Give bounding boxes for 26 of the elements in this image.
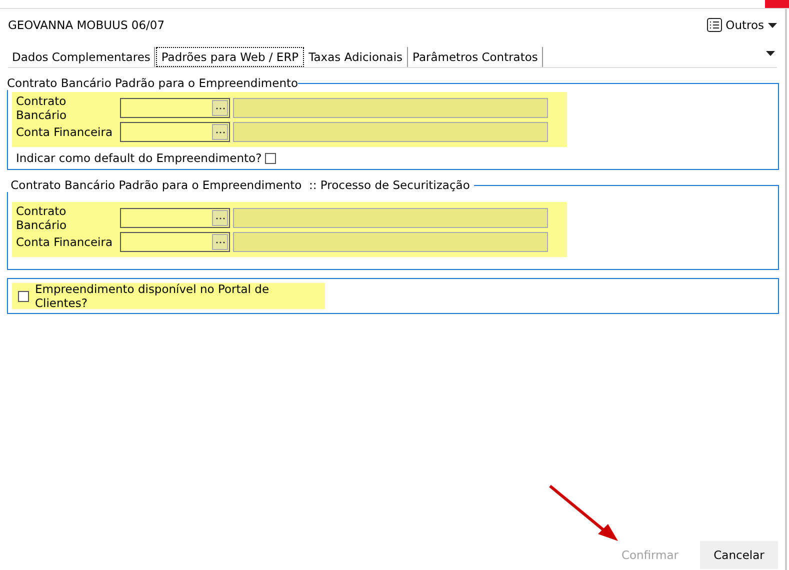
field-label: Conta Financeira	[16, 125, 114, 139]
caret-icon	[768, 22, 777, 28]
group-title: Contrato Bancário Padrão para o Empreendimento :: Processo de Securitização	[10, 178, 471, 192]
checkbox[interactable]	[18, 290, 29, 302]
input-field[interactable]	[120, 232, 230, 252]
menu-button[interactable]: Outros	[706, 18, 777, 32]
checkbox[interactable]	[264, 152, 276, 164]
field-label: Conta Financeira	[16, 235, 114, 249]
input-field[interactable]	[120, 122, 230, 142]
ellipsis-icon	[216, 130, 224, 134]
ellipsis-icon	[216, 240, 224, 244]
tab[interactable]: Padrões para Web / ERP	[156, 47, 304, 67]
arrow-icon	[548, 484, 620, 544]
group-title: Contrato Bancário Padrão para o Empreendimento	[7, 76, 298, 90]
input-field[interactable]	[120, 98, 230, 118]
checkbox-label: Indicar como default do Empreendimento?	[16, 151, 262, 165]
cancel-button[interactable]: Cancelar	[700, 541, 778, 569]
field-label: Contrato Bancário	[16, 204, 68, 232]
ellipsis-icon	[216, 106, 224, 110]
input-field[interactable]	[120, 208, 230, 228]
checkbox-label: Empreendimento disponível no Portal de Clientes?	[35, 282, 270, 310]
list-icon	[706, 18, 722, 32]
field-label: Contrato Bancário	[16, 94, 68, 122]
ellipsis-icon	[216, 216, 224, 220]
caret-icon[interactable]	[766, 51, 775, 56]
window-title: GEOVANNA MOBUUS 06/07	[8, 18, 165, 32]
